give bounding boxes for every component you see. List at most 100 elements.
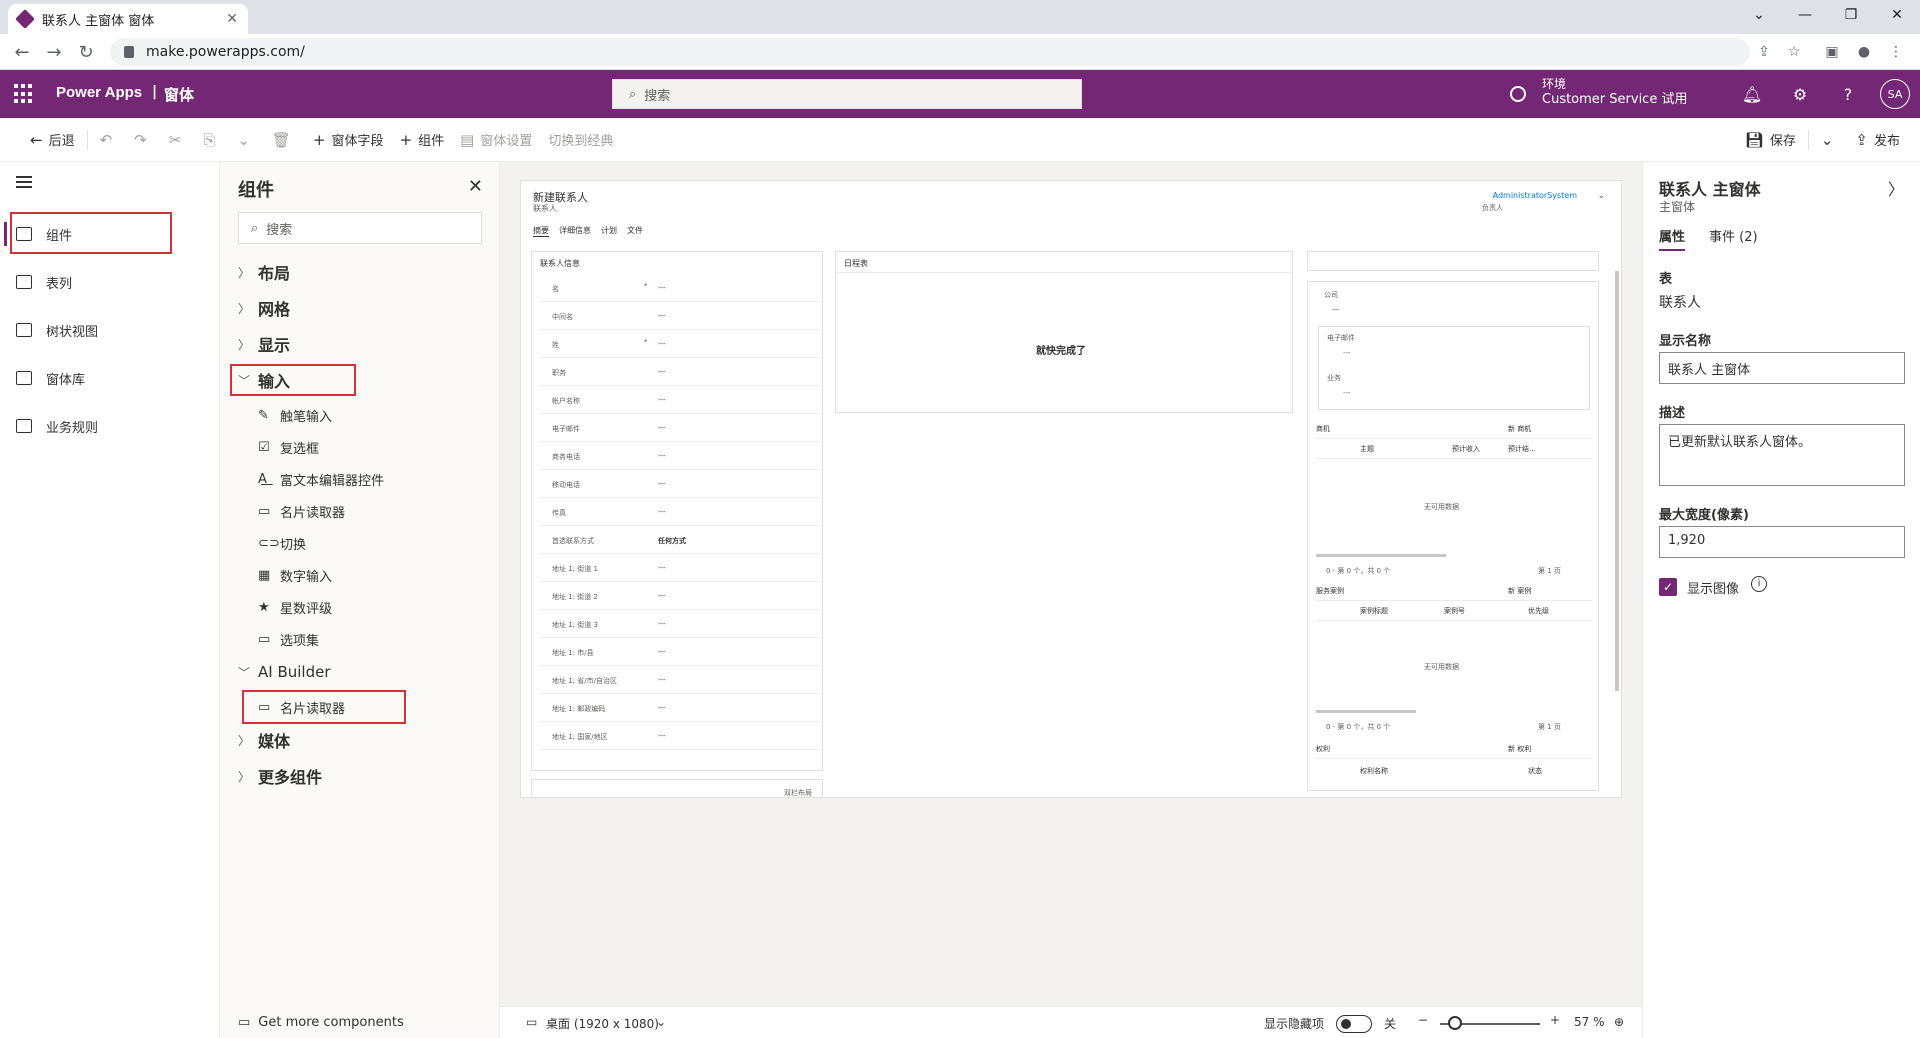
- fit-to-screen-icon[interactable]: ⊕: [1614, 1015, 1624, 1029]
- group-layout[interactable]: 〉布局: [238, 258, 290, 286]
- timeline-section[interactable]: 日程表 就快完成了: [835, 251, 1293, 413]
- browser-tab[interactable]: 联系人 主窗体 窗体 ✕: [8, 4, 248, 34]
- display-name-field[interactable]: 联系人 主窗体: [1659, 352, 1905, 384]
- form-field-row[interactable]: 地址 1: 街道 2 ---: [540, 582, 820, 610]
- component-item[interactable]: ⊂⊃ 切换: [258, 530, 306, 556]
- share-icon[interactable]: ⇪: [1752, 40, 1776, 64]
- form-field-row[interactable]: 职务 ---: [540, 358, 820, 386]
- bottom-link[interactable]: 双栏布局: [784, 788, 812, 797]
- related-section[interactable]: 公司 --- 电子邮件 --- 业务 --- 商机 新 商机 主题 预计收入 预…: [1307, 281, 1599, 791]
- form-field-row[interactable]: 中间名 ---: [540, 302, 820, 330]
- rail-item-form-library[interactable]: 窗体库: [0, 358, 220, 398]
- new-entitlement-button[interactable]: 新 权利: [1508, 744, 1531, 754]
- reload-icon[interactable]: ↻: [74, 40, 98, 64]
- form-field-row[interactable]: 名 * ---: [540, 274, 820, 302]
- app-launcher-icon[interactable]: [14, 84, 34, 104]
- group-grid[interactable]: 〉网格: [238, 294, 290, 322]
- back-button[interactable]: ← 后退: [22, 124, 83, 156]
- form-field-row[interactable]: 首选联系方式 任何方式: [540, 526, 820, 554]
- column-header[interactable]: 案例号: [1444, 606, 1465, 616]
- column-header[interactable]: 预计收入: [1452, 444, 1480, 454]
- form-field-row[interactable]: 地址 1: 国家/地区 ---: [540, 722, 820, 750]
- group-ai-builder[interactable]: ﹀ AI Builder: [238, 658, 331, 686]
- save-dropdown[interactable]: ⌄: [1813, 124, 1848, 156]
- component-item[interactable]: ▦ 数字输入: [258, 562, 332, 588]
- component-item[interactable]: ☑ 复选框: [258, 434, 319, 460]
- save-button[interactable]: 💾︎ 保存: [1737, 124, 1804, 156]
- component-search-input[interactable]: ⌕ 搜索: [238, 212, 482, 244]
- form-field-row[interactable]: 商务电话 ---: [540, 442, 820, 470]
- publish-button[interactable]: ⇪ 发布: [1847, 124, 1908, 156]
- close-tab-icon[interactable]: ✕: [226, 11, 238, 27]
- form-field-row[interactable]: 地址 1: 市/县 ---: [540, 638, 820, 666]
- forward-arrow-icon[interactable]: →: [42, 40, 66, 64]
- max-width-field[interactable]: 1,920: [1659, 526, 1905, 558]
- group-more[interactable]: 〉更多组件: [238, 762, 322, 790]
- bottom-section[interactable]: 双栏布局: [531, 779, 823, 797]
- tab-search-icon[interactable]: ⌄: [1736, 0, 1782, 30]
- help-icon[interactable]: ?: [1836, 82, 1860, 106]
- chevron-down-icon[interactable]: ⌄: [1597, 191, 1605, 201]
- new-case-button[interactable]: 新 案例: [1508, 586, 1531, 596]
- switch-classic-button[interactable]: 切换到经典: [540, 124, 621, 156]
- description-field[interactable]: 已更新默认联系人窗体。: [1659, 424, 1905, 486]
- column-header[interactable]: 预计结...: [1508, 444, 1536, 454]
- environment-picker[interactable]: 环境 Customer Service 试用: [1542, 76, 1687, 108]
- component-item[interactable]: ✎ 触笔输入: [258, 402, 332, 428]
- group-media[interactable]: 〉媒体: [238, 726, 290, 754]
- global-search-input[interactable]: ⌕ 搜索: [612, 79, 1082, 109]
- show-hidden-toggle[interactable]: [1336, 1015, 1372, 1033]
- url-field[interactable]: make.powerapps.com/: [110, 38, 1750, 66]
- form-field-row[interactable]: 电子邮件 ---: [540, 414, 820, 442]
- notifications-bell-icon[interactable]: 🔔︎: [1740, 82, 1764, 106]
- side-panel-icon[interactable]: ▣: [1820, 40, 1844, 64]
- form-tab[interactable]: 文件: [627, 225, 643, 237]
- redo-button[interactable]: ↷: [126, 124, 161, 156]
- show-image-checkbox[interactable]: ✓: [1659, 578, 1677, 596]
- app-brand[interactable]: Power Apps: [56, 84, 142, 101]
- paste-button[interactable]: ⎘: [195, 124, 229, 156]
- settings-gear-icon[interactable]: ⚙: [1788, 82, 1812, 106]
- form-field-row[interactable]: 地址 1: 街道 3 ---: [540, 610, 820, 638]
- form-field-row[interactable]: 帐户名称 ---: [540, 386, 820, 414]
- form-field-row[interactable]: 移动电话 ---: [540, 470, 820, 498]
- component-item[interactable]: ▭ 选项集: [258, 626, 319, 652]
- component-item[interactable]: ▭ 名片读取器: [258, 498, 345, 524]
- right-header-field[interactable]: [1307, 251, 1599, 271]
- delete-button[interactable]: 🗑︎: [264, 124, 305, 156]
- new-opportunity-button[interactable]: 新 商机: [1508, 424, 1531, 434]
- browser-menu-icon[interactable]: ⋮: [1884, 40, 1908, 64]
- form-field-button[interactable]: + 窗体字段: [305, 124, 392, 156]
- rail-item-tree-view[interactable]: 树状视图: [0, 310, 220, 350]
- minimize-icon[interactable]: —: [1782, 0, 1828, 30]
- zoom-out-icon[interactable]: −: [1418, 1013, 1428, 1027]
- form-field-row[interactable]: 姓 * ---: [540, 330, 820, 358]
- component-item[interactable]: A͟ 富文本编辑器控件: [258, 466, 384, 492]
- column-header[interactable]: 权利名称: [1360, 766, 1388, 776]
- chevron-down-icon[interactable]: ⌄: [656, 1015, 666, 1029]
- group-display[interactable]: 〉显示: [238, 330, 290, 358]
- canvas-scrollbar[interactable]: [1615, 271, 1619, 691]
- form-field-row[interactable]: 传真 ---: [540, 498, 820, 526]
- zoom-slider-handle[interactable]: [1448, 1016, 1462, 1030]
- restore-icon[interactable]: ❐: [1828, 0, 1874, 30]
- column-header[interactable]: 优先级: [1528, 606, 1549, 616]
- contact-info-section[interactable]: 联系人信息 名 * --- 中间名 --- 姓 * --- 职务 --- 帐户名称 --- 电子邮件 --…: [531, 251, 823, 771]
- hamburger-menu-icon[interactable]: [16, 176, 32, 188]
- device-selector[interactable]: 桌面 (1920 x 1080): [546, 1015, 659, 1032]
- column-header[interactable]: 主题: [1360, 444, 1374, 454]
- close-icon[interactable]: ✕: [468, 176, 483, 197]
- rail-item-business-rules[interactable]: 业务规则: [0, 406, 220, 446]
- form-tab[interactable]: 详细信息: [559, 225, 591, 237]
- column-header[interactable]: 案例标题: [1360, 606, 1388, 616]
- rail-item-table-columns[interactable]: 表列: [0, 262, 220, 302]
- component-item[interactable]: ★ 星数评级: [258, 594, 332, 620]
- cut-button[interactable]: ✂: [161, 124, 196, 156]
- form-field-row[interactable]: 地址 1: 省/市/自治区 ---: [540, 666, 820, 694]
- tab-events[interactable]: 事件 (2): [1709, 226, 1758, 251]
- form-settings-button[interactable]: ▤ 窗体设置: [452, 124, 540, 156]
- info-icon[interactable]: i: [1751, 576, 1767, 592]
- scrollbar[interactable]: [1316, 710, 1416, 713]
- component-button[interactable]: + 组件: [392, 124, 453, 156]
- avatar[interactable]: SA: [1880, 79, 1910, 109]
